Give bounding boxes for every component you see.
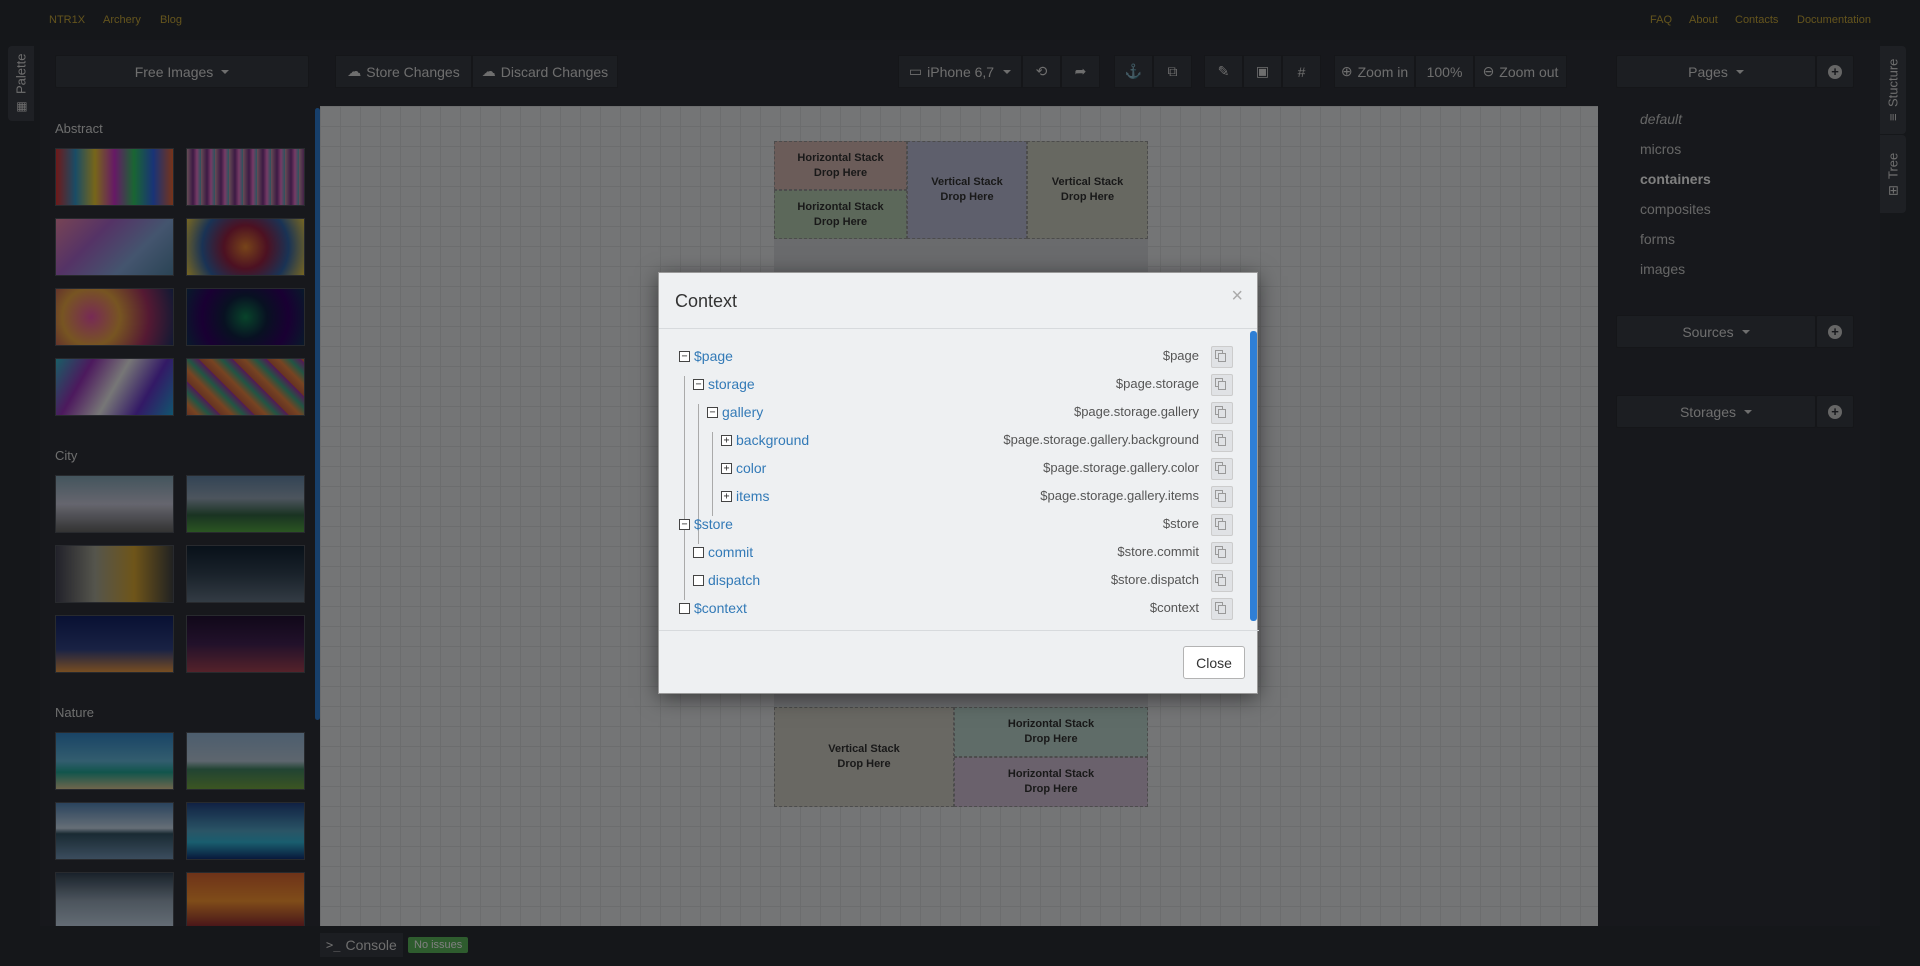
close-icon[interactable]: ×	[1231, 285, 1243, 308]
tree-row[interactable]: dispatch $store.dispatch	[659, 568, 1239, 596]
copy-icon	[1218, 380, 1226, 390]
copy-icon	[1218, 520, 1226, 530]
modal-title: Context	[675, 291, 738, 311]
leaf-toggle-icon	[693, 574, 704, 586]
tree-node-label[interactable]: background	[736, 432, 809, 448]
tree-node-label[interactable]: $context	[694, 600, 747, 616]
tree-row[interactable]: $context $context	[659, 596, 1239, 624]
close-button[interactable]: Close	[1183, 646, 1245, 679]
copy-icon	[1218, 604, 1226, 614]
expand-toggle-icon[interactable]: +	[721, 434, 732, 446]
copy-path-button[interactable]	[1211, 402, 1233, 424]
copy-icon	[1218, 436, 1226, 446]
modal-footer: Close	[659, 630, 1259, 695]
copy-path-button[interactable]	[1211, 542, 1233, 564]
expand-toggle-icon[interactable]: +	[721, 490, 732, 502]
leaf-toggle-icon	[679, 602, 690, 614]
modal-scrollbar[interactable]	[1250, 331, 1257, 621]
copy-icon	[1218, 464, 1226, 474]
tree-node-label[interactable]: $page	[694, 348, 733, 364]
copy-path-button[interactable]	[1211, 346, 1233, 368]
copy-path-button[interactable]	[1211, 374, 1233, 396]
copy-path-button[interactable]	[1211, 570, 1233, 592]
tree-node-path: $context	[1149, 600, 1199, 615]
tree-node-path: $page.storage.gallery.background	[1003, 432, 1199, 447]
tree-node-path: $page.storage.gallery.color	[1043, 460, 1199, 475]
collapse-toggle-icon[interactable]: −	[679, 518, 690, 530]
tree-node-label[interactable]: color	[736, 460, 766, 476]
copy-path-button[interactable]	[1211, 430, 1233, 452]
context-modal: Context × − $page $page − storage $page.st…	[658, 272, 1259, 695]
copy-path-button[interactable]	[1211, 598, 1233, 620]
tree-node-label[interactable]: dispatch	[708, 572, 760, 588]
tree-row[interactable]: + background $page.storage.gallery.backgr…	[659, 428, 1239, 456]
tree-row[interactable]: − $page $page	[659, 344, 1239, 372]
copy-icon	[1218, 548, 1226, 558]
tree-node-path: $store.commit	[1117, 544, 1199, 559]
tree-node-path: $page.storage.gallery	[1073, 404, 1199, 419]
tree-row[interactable]: commit $store.commit	[659, 540, 1239, 568]
tree-node-label[interactable]: $store	[694, 516, 733, 532]
tree-node-path: $store	[1162, 516, 1199, 531]
copy-path-button[interactable]	[1211, 486, 1233, 508]
tree-row[interactable]: − gallery $page.storage.gallery	[659, 400, 1239, 428]
expand-toggle-icon[interactable]: +	[721, 462, 732, 474]
tree-node-path: $page	[1162, 348, 1199, 363]
copy-icon	[1218, 492, 1226, 502]
copy-icon	[1218, 352, 1226, 362]
tree-row[interactable]: + items $page.storage.gallery.items	[659, 484, 1239, 512]
tree-row[interactable]: + color $page.storage.gallery.color	[659, 456, 1239, 484]
collapse-toggle-icon[interactable]: −	[679, 350, 690, 362]
tree-node-path: $page.storage	[1115, 376, 1199, 391]
copy-path-button[interactable]	[1211, 458, 1233, 480]
modal-header: Context ×	[659, 273, 1257, 329]
copy-icon	[1218, 408, 1226, 418]
tree-node-label[interactable]: commit	[708, 544, 753, 560]
leaf-toggle-icon	[693, 546, 704, 558]
collapse-toggle-icon[interactable]: −	[693, 378, 704, 390]
tree-node-label[interactable]: storage	[708, 376, 755, 392]
tree-row[interactable]: − $store $store	[659, 512, 1239, 540]
tree-node-label[interactable]: gallery	[722, 404, 763, 420]
copy-icon	[1218, 576, 1226, 586]
tree-row[interactable]: − storage $page.storage	[659, 372, 1239, 400]
tree-node-label[interactable]: items	[736, 488, 769, 504]
context-tree: − $page $page − storage $page.storage − gal…	[659, 330, 1259, 630]
copy-path-button[interactable]	[1211, 514, 1233, 536]
tree-node-path: $store.dispatch	[1110, 572, 1199, 587]
tree-node-path: $page.storage.gallery.items	[1040, 488, 1199, 503]
collapse-toggle-icon[interactable]: −	[707, 406, 718, 418]
